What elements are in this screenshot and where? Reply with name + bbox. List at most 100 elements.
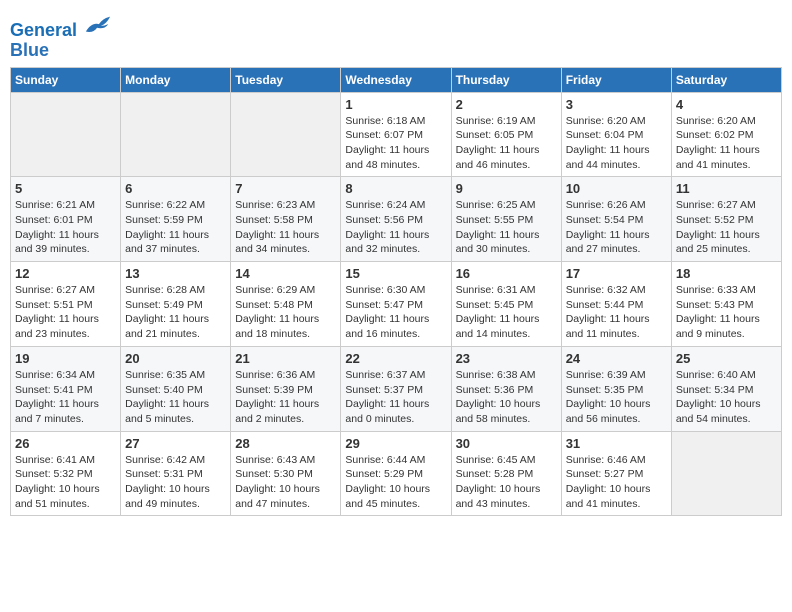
- sunset-text: Sunset: 5:44 PM: [566, 298, 667, 313]
- daylight-text: Daylight: 11 hours and 23 minutes.: [15, 312, 116, 341]
- daylight-text: Daylight: 11 hours and 14 minutes.: [456, 312, 557, 341]
- calendar-cell: 3 Sunrise: 6:20 AMSunset: 6:04 PMDaylight…: [561, 92, 671, 177]
- calendar-cell: 2Sunrise: 6:19 AMSunset: 6:05 PMDaylight…: [451, 92, 561, 177]
- calendar-week-row: 26Sunrise: 6:41 AMSunset: 5:32 PMDayligh…: [11, 431, 782, 516]
- daylight-text: Daylight: 11 hours and 44 minutes.: [566, 143, 667, 172]
- day-info: Sunrise: 6:22 AMSunset: 5:59 PMDaylight:…: [125, 198, 226, 257]
- day-info: Sunrise: 6:26 AMSunset: 5:54 PMDaylight:…: [566, 198, 667, 257]
- day-info: Sunrise: 6:34 AMSunset: 5:41 PMDaylight:…: [15, 368, 116, 427]
- day-info: Sunrise: 6:38 AMSunset: 5:36 PMDaylight:…: [456, 368, 557, 427]
- day-info: Sunrise: 6:32 AMSunset: 5:44 PMDaylight:…: [566, 283, 667, 342]
- day-info: Sunrise: 6:20 AMSunset: 6:02 PMDaylight:…: [676, 114, 777, 173]
- day-info: Sunrise: 6:30 AMSunset: 5:47 PMDaylight:…: [345, 283, 446, 342]
- daylight-text: Daylight: 11 hours and 18 minutes.: [235, 312, 336, 341]
- day-info: Sunrise: 6:20 AMSunset: 6:04 PMDaylight:…: [566, 114, 667, 173]
- day-number: 29: [345, 436, 446, 451]
- calendar-cell: 13 Sunrise: 6:28 AMSunset: 5:49 PMDayligh…: [121, 262, 231, 347]
- sunset-text: Sunset: 5:43 PM: [676, 298, 777, 313]
- weekday-header: Tuesday: [231, 67, 341, 92]
- daylight-text: Daylight: 11 hours and 41 minutes.: [676, 143, 777, 172]
- calendar-cell: [671, 431, 781, 516]
- calendar-cell: 30Sunrise: 6:45 AMSunset: 5:28 PMDayligh…: [451, 431, 561, 516]
- day-number: 30: [456, 436, 557, 451]
- sunrise-text: Sunrise: 6:20 AM: [676, 114, 777, 129]
- day-info: Sunrise: 6:44 AMSunset: 5:29 PMDaylight:…: [345, 453, 446, 512]
- calendar-cell: 21Sunrise: 6:36 AMSunset: 5:39 PMDayligh…: [231, 346, 341, 431]
- sunset-text: Sunset: 5:30 PM: [235, 467, 336, 482]
- daylight-text: Daylight: 11 hours and 11 minutes.: [566, 312, 667, 341]
- daylight-text: Daylight: 11 hours and 5 minutes.: [125, 397, 226, 426]
- calendar-week-row: 5Sunrise: 6:21 AMSunset: 6:01 PMDaylight…: [11, 177, 782, 262]
- sunset-text: Sunset: 5:28 PM: [456, 467, 557, 482]
- sunset-text: Sunset: 6:01 PM: [15, 213, 116, 228]
- day-number: 7: [235, 181, 336, 196]
- sunrise-text: Sunrise: 6:26 AM: [566, 198, 667, 213]
- sunset-text: Sunset: 5:47 PM: [345, 298, 446, 313]
- sunset-text: Sunset: 5:31 PM: [125, 467, 226, 482]
- sunset-text: Sunset: 5:40 PM: [125, 383, 226, 398]
- sunrise-text: Sunrise: 6:30 AM: [345, 283, 446, 298]
- day-number: 27: [125, 436, 226, 451]
- calendar-cell: 22Sunrise: 6:37 AMSunset: 5:37 PMDayligh…: [341, 346, 451, 431]
- day-info: Sunrise: 6:37 AMSunset: 5:37 PMDaylight:…: [345, 368, 446, 427]
- daylight-text: Daylight: 10 hours and 43 minutes.: [456, 482, 557, 511]
- sunset-text: Sunset: 5:36 PM: [456, 383, 557, 398]
- sunrise-text: Sunrise: 6:28 AM: [125, 283, 226, 298]
- day-number: 25: [676, 351, 777, 366]
- day-number: 13: [125, 266, 226, 281]
- daylight-text: Daylight: 10 hours and 45 minutes.: [345, 482, 446, 511]
- daylight-text: Daylight: 11 hours and 32 minutes.: [345, 228, 446, 257]
- day-number: 1: [345, 97, 446, 112]
- calendar-cell: 25 Sunrise: 6:40 AMSunset: 5:34 PMDayligh…: [671, 346, 781, 431]
- sunrise-text: Sunrise: 6:44 AM: [345, 453, 446, 468]
- calendar-cell: 8Sunrise: 6:24 AMSunset: 5:56 PMDaylight…: [341, 177, 451, 262]
- calendar-cell: 12 Sunrise: 6:27 AMSunset: 5:51 PMDayligh…: [11, 262, 121, 347]
- sunrise-text: Sunrise: 6:19 AM: [456, 114, 557, 129]
- calendar-cell: 10Sunrise: 6:26 AMSunset: 5:54 PMDayligh…: [561, 177, 671, 262]
- calendar-header-row: SundayMondayTuesdayWednesdayThursdayFrid…: [11, 67, 782, 92]
- day-number: 28: [235, 436, 336, 451]
- day-info: Sunrise: 6:42 AMSunset: 5:31 PMDaylight:…: [125, 453, 226, 512]
- sunrise-text: Sunrise: 6:25 AM: [456, 198, 557, 213]
- calendar-cell: 4Sunrise: 6:20 AMSunset: 6:02 PMDaylight…: [671, 92, 781, 177]
- sunset-text: Sunset: 6:04 PM: [566, 128, 667, 143]
- sunrise-text: Sunrise: 6:38 AM: [456, 368, 557, 383]
- day-info: Sunrise: 6:27 AMSunset: 5:51 PMDaylight:…: [15, 283, 116, 342]
- calendar-cell: 15Sunrise: 6:30 AMSunset: 5:47 PMDayligh…: [341, 262, 451, 347]
- day-info: Sunrise: 6:43 AMSunset: 5:30 PMDaylight:…: [235, 453, 336, 512]
- day-info: Sunrise: 6:24 AMSunset: 5:56 PMDaylight:…: [345, 198, 446, 257]
- sunrise-text: Sunrise: 6:32 AM: [566, 283, 667, 298]
- calendar-cell: 28 Sunrise: 6:43 AMSunset: 5:30 PMDayligh…: [231, 431, 341, 516]
- calendar-cell: 18Sunrise: 6:33 AMSunset: 5:43 PMDayligh…: [671, 262, 781, 347]
- sunrise-text: Sunrise: 6:31 AM: [456, 283, 557, 298]
- daylight-text: Daylight: 11 hours and 34 minutes.: [235, 228, 336, 257]
- calendar-table: SundayMondayTuesdayWednesdayThursdayFrid…: [10, 67, 782, 517]
- calendar-week-row: 1Sunrise: 6:18 AMSunset: 6:07 PMDaylight…: [11, 92, 782, 177]
- day-number: 12: [15, 266, 116, 281]
- sunrise-text: Sunrise: 6:29 AM: [235, 283, 336, 298]
- calendar-cell: 6 Sunrise: 6:22 AMSunset: 5:59 PMDaylight…: [121, 177, 231, 262]
- day-number: 20: [125, 351, 226, 366]
- day-number: 9: [456, 181, 557, 196]
- daylight-text: Daylight: 10 hours and 51 minutes.: [15, 482, 116, 511]
- day-info: Sunrise: 6:40 AMSunset: 5:34 PMDaylight:…: [676, 368, 777, 427]
- day-info: Sunrise: 6:28 AMSunset: 5:49 PMDaylight:…: [125, 283, 226, 342]
- calendar-cell: 29 Sunrise: 6:44 AMSunset: 5:29 PMDayligh…: [341, 431, 451, 516]
- sunset-text: Sunset: 6:05 PM: [456, 128, 557, 143]
- day-info: Sunrise: 6:36 AMSunset: 5:39 PMDaylight:…: [235, 368, 336, 427]
- weekday-header: Saturday: [671, 67, 781, 92]
- sunset-text: Sunset: 5:58 PM: [235, 213, 336, 228]
- day-info: Sunrise: 6:29 AMSunset: 5:48 PMDaylight:…: [235, 283, 336, 342]
- day-number: 6: [125, 181, 226, 196]
- sunset-text: Sunset: 5:54 PM: [566, 213, 667, 228]
- calendar-week-row: 19Sunrise: 6:34 AMSunset: 5:41 PMDayligh…: [11, 346, 782, 431]
- day-number: 16: [456, 266, 557, 281]
- sunset-text: Sunset: 5:48 PM: [235, 298, 336, 313]
- daylight-text: Daylight: 11 hours and 39 minutes.: [15, 228, 116, 257]
- day-number: 3: [566, 97, 667, 112]
- day-info: Sunrise: 6:41 AMSunset: 5:32 PMDaylight:…: [15, 453, 116, 512]
- logo: General Blue: [10, 14, 112, 61]
- sunset-text: Sunset: 5:27 PM: [566, 467, 667, 482]
- day-info: Sunrise: 6:31 AMSunset: 5:45 PMDaylight:…: [456, 283, 557, 342]
- daylight-text: Daylight: 11 hours and 27 minutes.: [566, 228, 667, 257]
